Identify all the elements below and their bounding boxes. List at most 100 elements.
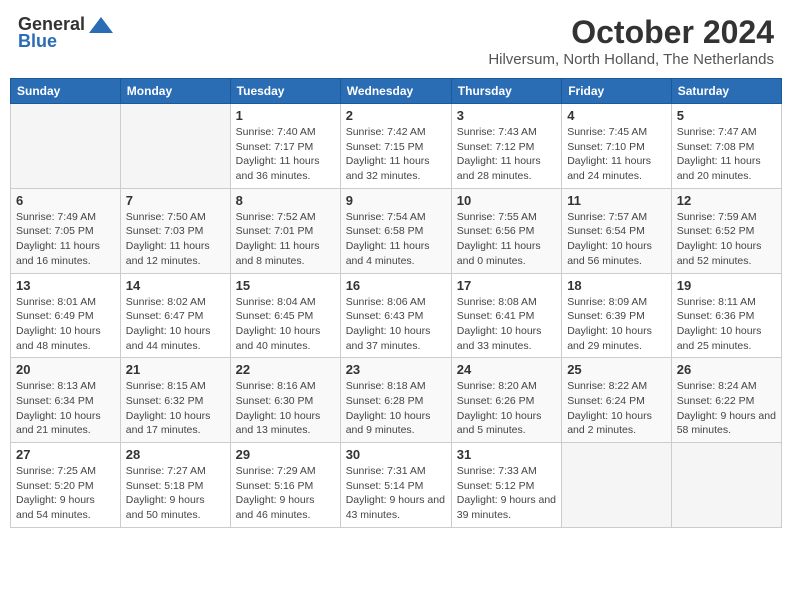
day-number: 30 [346,447,446,462]
calendar-cell: 13Sunrise: 8:01 AMSunset: 6:49 PMDayligh… [11,273,121,358]
day-number: 19 [677,278,776,293]
day-info: Sunrise: 7:27 AMSunset: 5:18 PMDaylight:… [126,464,225,523]
day-info: Sunrise: 8:15 AMSunset: 6:32 PMDaylight:… [126,379,225,438]
day-number: 25 [567,362,666,377]
calendar-cell: 7 Sunrise: 7:50 AMSunset: 7:03 PMDaylight… [120,188,230,273]
calendar-cell: 26Sunrise: 8:24 AMSunset: 6:22 PMDayligh… [671,358,781,443]
day-number: 29 [236,447,335,462]
day-info: Sunrise: 7:59 AMSunset: 6:52 PMDaylight:… [677,210,776,269]
calendar-header-row: SundayMondayTuesdayWednesdayThursdayFrid… [11,79,782,104]
day-info: Sunrise: 8:16 AMSunset: 6:30 PMDaylight:… [236,379,335,438]
day-info: Sunrise: 7:45 AMSunset: 7:10 PMDaylight:… [567,125,666,184]
calendar-week-row: 20 Sunrise: 8:13 AMSunset: 6:34 PMDayligh… [11,358,782,443]
day-info: Sunrise: 7:55 AMSunset: 6:56 PMDaylight:… [457,210,556,269]
calendar-cell: 25 Sunrise: 8:22 AMSunset: 6:24 PMDayligh… [562,358,672,443]
day-info: Sunrise: 7:43 AMSunset: 7:12 PMDaylight:… [457,125,556,184]
day-number: 1 [236,108,335,123]
header-sunday: Sunday [11,79,121,104]
header-thursday: Thursday [451,79,561,104]
title-block: October 2024 Hilversum, North Holland, T… [488,14,774,68]
day-number: 5 [677,108,776,123]
day-info: Sunrise: 7:25 AMSunset: 5:20 PMDaylight:… [16,464,115,523]
day-info: Sunrise: 7:52 AMSunset: 7:01 PMDaylight:… [236,210,335,269]
calendar-cell: 4 Sunrise: 7:45 AMSunset: 7:10 PMDaylight… [562,104,672,189]
calendar-cell [671,443,781,528]
day-number: 9 [346,193,446,208]
calendar-cell [11,104,121,189]
calendar-cell: 23 Sunrise: 8:18 AMSunset: 6:28 PMDayligh… [340,358,451,443]
day-number: 10 [457,193,556,208]
header-wednesday: Wednesday [340,79,451,104]
calendar-cell: 30 Sunrise: 7:31 AMSunset: 5:14 PMDayligh… [340,443,451,528]
day-number: 24 [457,362,556,377]
calendar-cell: 16Sunrise: 8:06 AMSunset: 6:43 PMDayligh… [340,273,451,358]
day-number: 11 [567,193,666,208]
day-number: 20 [16,362,115,377]
calendar-cell: 28Sunrise: 7:27 AMSunset: 5:18 PMDayligh… [120,443,230,528]
day-number: 16 [346,278,446,293]
header-tuesday: Tuesday [230,79,340,104]
day-info: Sunrise: 8:11 AMSunset: 6:36 PMDaylight:… [677,295,776,354]
calendar-cell: 21 Sunrise: 8:15 AMSunset: 6:32 PMDayligh… [120,358,230,443]
calendar-cell: 15 Sunrise: 8:04 AMSunset: 6:45 PMDayligh… [230,273,340,358]
day-number: 26 [677,362,776,377]
day-info: Sunrise: 7:42 AMSunset: 7:15 PMDaylight:… [346,125,446,184]
day-info: Sunrise: 8:01 AMSunset: 6:49 PMDaylight:… [16,295,115,354]
calendar-cell: 12 Sunrise: 7:59 AMSunset: 6:52 PMDayligh… [671,188,781,273]
day-number: 7 [126,193,225,208]
logo-blue: Blue [18,31,57,52]
calendar-week-row: 1 Sunrise: 7:40 AMSunset: 7:17 PMDaylight… [11,104,782,189]
calendar-cell: 1 Sunrise: 7:40 AMSunset: 7:17 PMDaylight… [230,104,340,189]
day-number: 31 [457,447,556,462]
day-info: Sunrise: 7:57 AMSunset: 6:54 PMDaylight:… [567,210,666,269]
calendar-cell: 14Sunrise: 8:02 AMSunset: 6:47 PMDayligh… [120,273,230,358]
month-title: October 2024 [488,14,774,51]
location-title: Hilversum, North Holland, The Netherland… [488,51,774,68]
calendar-cell: 11 Sunrise: 7:57 AMSunset: 6:54 PMDayligh… [562,188,672,273]
day-info: Sunrise: 7:40 AMSunset: 7:17 PMDaylight:… [236,125,335,184]
day-number: 18 [567,278,666,293]
calendar-cell: 9 Sunrise: 7:54 AMSunset: 6:58 PMDaylight… [340,188,451,273]
day-info: Sunrise: 8:04 AMSunset: 6:45 PMDaylight:… [236,295,335,354]
day-info: Sunrise: 7:33 AMSunset: 5:12 PMDaylight:… [457,464,556,523]
page-header: General Blue October 2024 Hilversum, Nor… [10,10,782,72]
header-monday: Monday [120,79,230,104]
calendar-cell: 17Sunrise: 8:08 AMSunset: 6:41 PMDayligh… [451,273,561,358]
day-number: 22 [236,362,335,377]
calendar-cell: 5 Sunrise: 7:47 AMSunset: 7:08 PMDaylight… [671,104,781,189]
day-info: Sunrise: 7:47 AMSunset: 7:08 PMDaylight:… [677,125,776,184]
calendar-cell: 6Sunrise: 7:49 AMSunset: 7:05 PMDaylight… [11,188,121,273]
header-friday: Friday [562,79,672,104]
day-info: Sunrise: 8:22 AMSunset: 6:24 PMDaylight:… [567,379,666,438]
calendar-cell: 10 Sunrise: 7:55 AMSunset: 6:56 PMDayligh… [451,188,561,273]
calendar-week-row: 6Sunrise: 7:49 AMSunset: 7:05 PMDaylight… [11,188,782,273]
day-number: 12 [677,193,776,208]
calendar-cell: 31 Sunrise: 7:33 AMSunset: 5:12 PMDayligh… [451,443,561,528]
calendar-cell [562,443,672,528]
calendar-cell: 24 Sunrise: 8:20 AMSunset: 6:26 PMDayligh… [451,358,561,443]
day-info: Sunrise: 7:54 AMSunset: 6:58 PMDaylight:… [346,210,446,269]
calendar-cell: 8Sunrise: 7:52 AMSunset: 7:01 PMDaylight… [230,188,340,273]
calendar-cell: 2Sunrise: 7:42 AMSunset: 7:15 PMDaylight… [340,104,451,189]
calendar-cell: 20 Sunrise: 8:13 AMSunset: 6:34 PMDayligh… [11,358,121,443]
calendar-cell [120,104,230,189]
day-number: 23 [346,362,446,377]
day-info: Sunrise: 7:31 AMSunset: 5:14 PMDaylight:… [346,464,446,523]
day-info: Sunrise: 8:20 AMSunset: 6:26 PMDaylight:… [457,379,556,438]
day-number: 6 [16,193,115,208]
day-info: Sunrise: 8:18 AMSunset: 6:28 PMDaylight:… [346,379,446,438]
logo: General Blue [18,14,115,52]
calendar-cell: 29Sunrise: 7:29 AMSunset: 5:16 PMDayligh… [230,443,340,528]
day-number: 4 [567,108,666,123]
day-number: 21 [126,362,225,377]
logo-icon [87,15,115,35]
calendar-cell: 22 Sunrise: 8:16 AMSunset: 6:30 PMDayligh… [230,358,340,443]
day-info: Sunrise: 8:09 AMSunset: 6:39 PMDaylight:… [567,295,666,354]
day-info: Sunrise: 8:13 AMSunset: 6:34 PMDaylight:… [16,379,115,438]
day-number: 15 [236,278,335,293]
calendar-cell: 18 Sunrise: 8:09 AMSunset: 6:39 PMDayligh… [562,273,672,358]
calendar-week-row: 27 Sunrise: 7:25 AMSunset: 5:20 PMDayligh… [11,443,782,528]
day-info: Sunrise: 7:50 AMSunset: 7:03 PMDaylight:… [126,210,225,269]
day-number: 27 [16,447,115,462]
day-number: 3 [457,108,556,123]
